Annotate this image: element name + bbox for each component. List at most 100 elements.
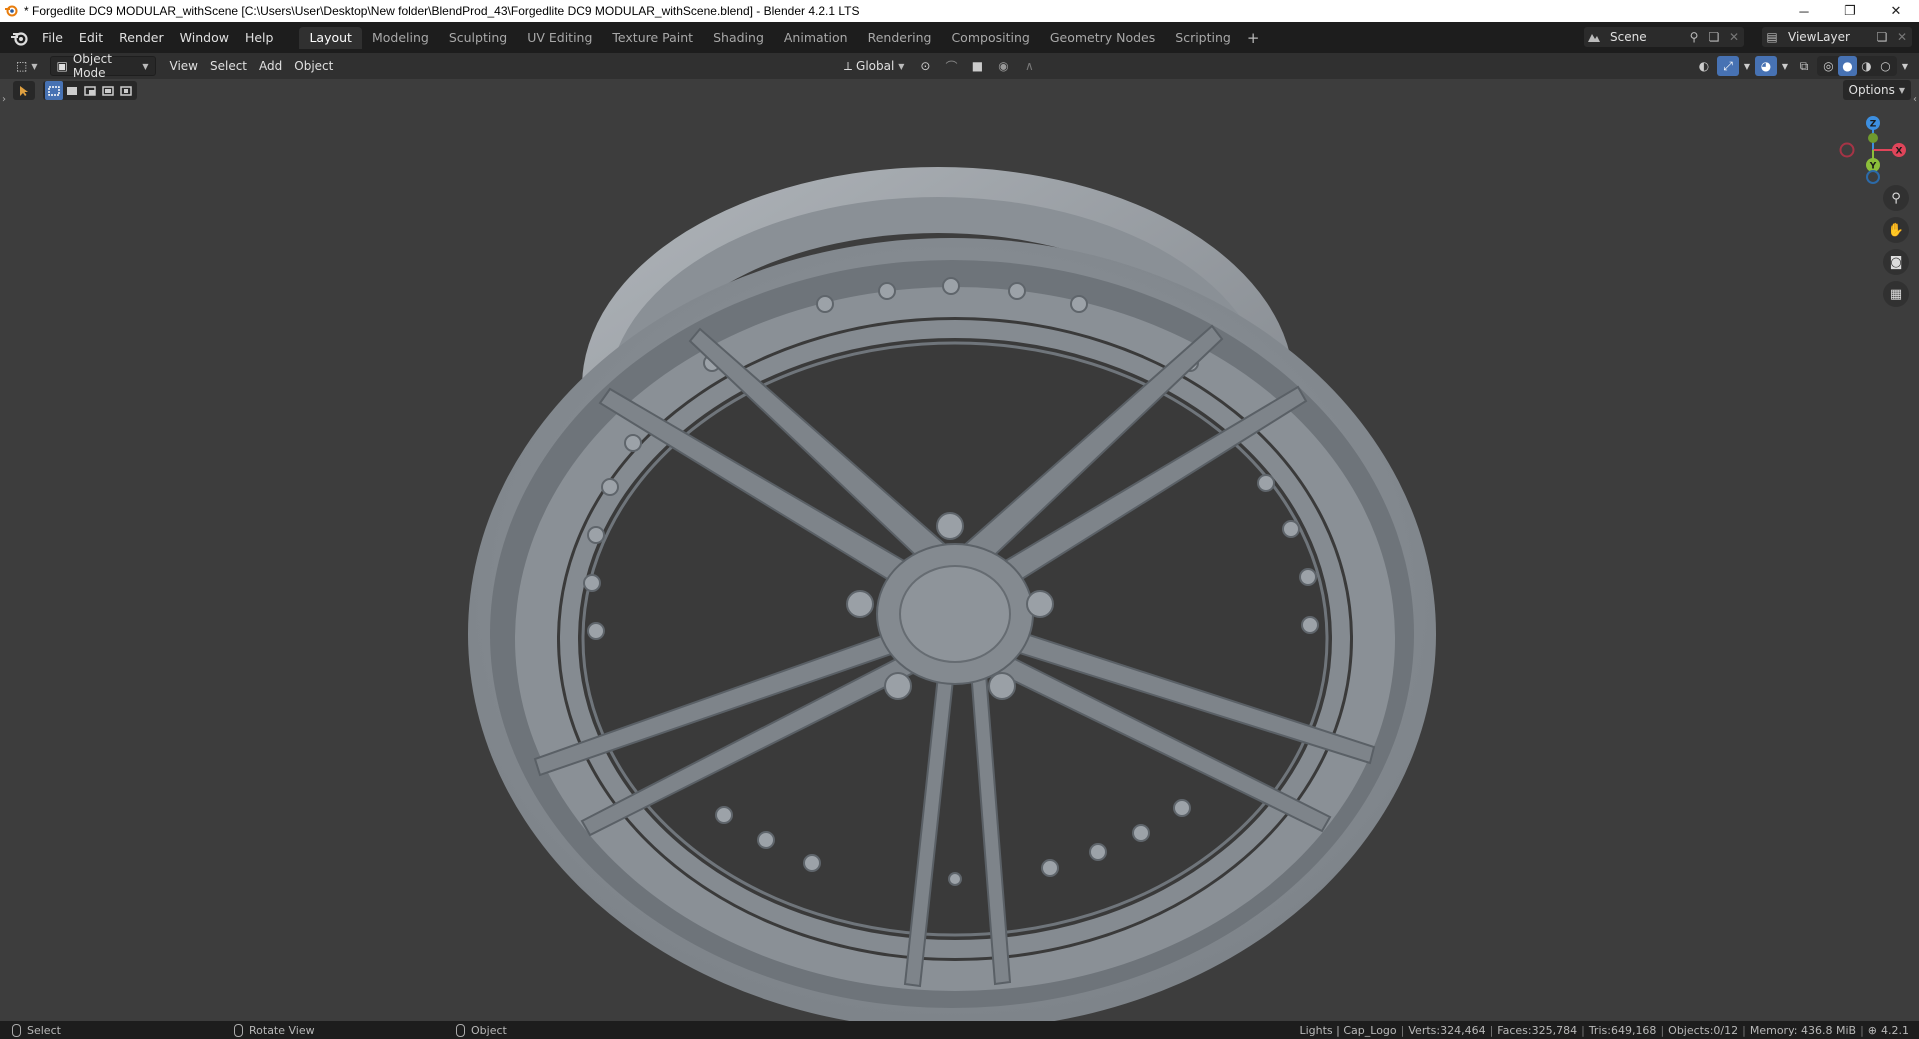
tab-uv-editing[interactable]: UV Editing [517,27,602,49]
chevron-down-icon[interactable]: ▼ [1899,56,1911,76]
tab-modeling[interactable]: Modeling [362,27,439,49]
options-dropdown[interactable]: Options ▼ [1842,80,1911,100]
tab-compositing[interactable]: Compositing [941,27,1039,49]
tab-rendering[interactable]: Rendering [858,27,942,49]
status-hint-label: Select [27,1023,61,1037]
gizmo-neg-x[interactable] [1839,142,1855,158]
status-hint-rotate: Rotate View [234,1023,444,1037]
blender-logo-icon[interactable] [8,28,30,48]
toolbar-expand-arrow-icon[interactable]: › [2,94,6,105]
pan-hand-icon[interactable]: ✋ [1883,217,1909,243]
shading-modes: ◎ ● ◑ ○ [1817,56,1897,76]
orientation-label: Global [856,59,895,73]
gizmo-neg-z[interactable] [1866,170,1880,184]
rendered-shading-icon[interactable]: ○ [1876,56,1895,76]
orientation-icon: ⟂ [844,58,853,73]
tab-shading[interactable]: Shading [703,27,774,49]
xray-toggle-icon[interactable]: ⧉ [1793,56,1815,76]
pivot-point-icon[interactable]: ⊙ [914,56,936,76]
menu-render[interactable]: Render [111,27,172,49]
mode-label: Object Mode [72,52,112,80]
navigation-buttons: ⚲ ✋ ◙ ▦ [1883,185,1909,307]
maximize-button[interactable]: ❐ [1827,0,1873,22]
scene-selector[interactable]: Scene ⚲ ❏ ✕ [1584,27,1744,47]
tab-geometry-nodes[interactable]: Geometry Nodes [1040,27,1165,49]
proportional-edit-icon[interactable]: ◉ [992,56,1014,76]
navigation-gizmo[interactable]: Z X Y [1829,111,1909,191]
gizmo-neg-y[interactable] [1868,133,1878,143]
new-view-layer-icon[interactable]: ❏ [1872,27,1892,47]
window-title: * Forgedlite DC9 MODULAR_withScene [C:\U… [24,4,860,18]
menu-edit[interactable]: Edit [71,27,111,49]
viewport-display-tools: ◐ ⤢ ▼ ◕ ▼ ⧉ ◎ ● ◑ ○ ▼ [1693,56,1911,76]
stat-verts: Verts:324,464 [1408,1023,1486,1037]
tab-sculpting[interactable]: Sculpting [439,27,517,49]
tab-texture-paint[interactable]: Texture Paint [602,27,703,49]
selection-mode-buttons [43,81,137,100]
stat-collection: Lights | Cap_Logo [1299,1023,1397,1037]
delete-view-layer-icon[interactable]: ✕ [1892,27,1912,47]
add-workspace-button[interactable]: + [1241,27,1266,49]
mode-selector[interactable]: ▣ Object Mode ▼ [49,52,156,80]
workspace-tabs: Layout Modeling Sculpting UV Editing Tex… [299,26,1266,49]
minimize-button[interactable]: ─ [1781,0,1827,22]
select-intersect-icon[interactable] [117,81,135,100]
transform-orientation-selector[interactable]: ⟂ Global ▼ [838,56,910,76]
blender-app-icon [4,4,18,18]
chevron-down-icon[interactable]: ▼ [1741,56,1753,76]
menu-help[interactable]: Help [237,27,282,49]
menu-file[interactable]: File [34,27,71,49]
zoom-icon[interactable]: ⚲ [1883,185,1909,211]
stat-objects: Objects:0/12 [1668,1023,1739,1037]
tab-animation[interactable]: Animation [774,27,858,49]
object-mode-icon: ▣ [56,59,68,73]
network-icon: ⊕ [1867,1023,1877,1037]
stat-faces: Faces:325,784 [1497,1023,1578,1037]
show-gizmo-icon[interactable]: ⤢ [1717,56,1739,76]
delete-scene-icon[interactable]: ✕ [1724,27,1744,47]
snap-icon[interactable]: ⌒ [940,56,962,76]
menu-object[interactable]: Object [288,56,339,76]
status-hint-object: Object [456,1023,666,1037]
menu-select[interactable]: Select [204,56,253,76]
visibility-icon[interactable]: ◐ [1693,56,1715,76]
menu-window[interactable]: Window [172,27,237,49]
camera-view-icon[interactable]: ◙ [1883,249,1909,275]
tab-layout[interactable]: Layout [299,26,362,49]
show-overlays-icon[interactable]: ◕ [1755,56,1777,76]
view-layer-name: ViewLayer [1788,30,1850,44]
editor-type-button[interactable]: ⬚ ▼ [10,56,44,76]
new-scene-icon[interactable]: ❏ [1704,27,1724,47]
sidebar-expand-arrow-icon[interactable]: ‹ [1913,94,1917,105]
tool-settings-row: Options ▼ [0,79,1919,101]
close-button[interactable]: ✕ [1873,0,1919,22]
select-tool-icon[interactable] [13,81,35,100]
select-extend-icon[interactable] [63,81,81,100]
snap-target-icon[interactable]: ■ [966,56,988,76]
view-layer-selector[interactable]: ▤ ViewLayer ❏ ✕ [1762,27,1912,47]
status-hint-label: Object [471,1023,507,1037]
menu-add[interactable]: Add [253,56,288,76]
gizmo-x-label: X [1896,147,1903,157]
chevron-down-icon: ▼ [1898,85,1905,95]
title-bar: * Forgedlite DC9 MODULAR_withScene [C:\U… [0,0,1919,22]
gizmo-z-label: Z [1870,120,1877,130]
scene-icon [1584,27,1604,47]
select-new-icon[interactable] [45,81,63,100]
tab-scripting[interactable]: Scripting [1165,27,1241,49]
solid-shading-icon[interactable]: ● [1838,56,1857,76]
falloff-icon[interactable]: ∧ [1018,56,1040,76]
scene-statistics: Lights | Cap_Logo | Verts:324,464 | Faces:… [1299,1023,1909,1037]
select-invert-icon[interactable] [99,81,117,100]
chevron-down-icon[interactable]: ▼ [1779,56,1791,76]
pin-icon[interactable]: ⚲ [1684,27,1704,47]
transform-tools: ⟂ Global ▼ ⊙ ⌒ ■ ◉ ∧ [838,56,1040,76]
viewport-header: ⬚ ▼ ▣ Object Mode ▼ View Select Add Objec… [0,52,1919,80]
menu-view[interactable]: View [164,56,204,76]
material-shading-icon[interactable]: ◑ [1857,56,1876,76]
wireframe-shading-icon[interactable]: ◎ [1819,56,1838,76]
3d-viewport[interactable]: Options ▼ › ‹ Z X Y ⚲ ✋ ◙ ▦ [0,79,1919,1021]
select-subtract-icon[interactable] [81,81,99,100]
wheel-model[interactable] [0,79,1919,1021]
perspective-grid-icon[interactable]: ▦ [1883,281,1909,307]
